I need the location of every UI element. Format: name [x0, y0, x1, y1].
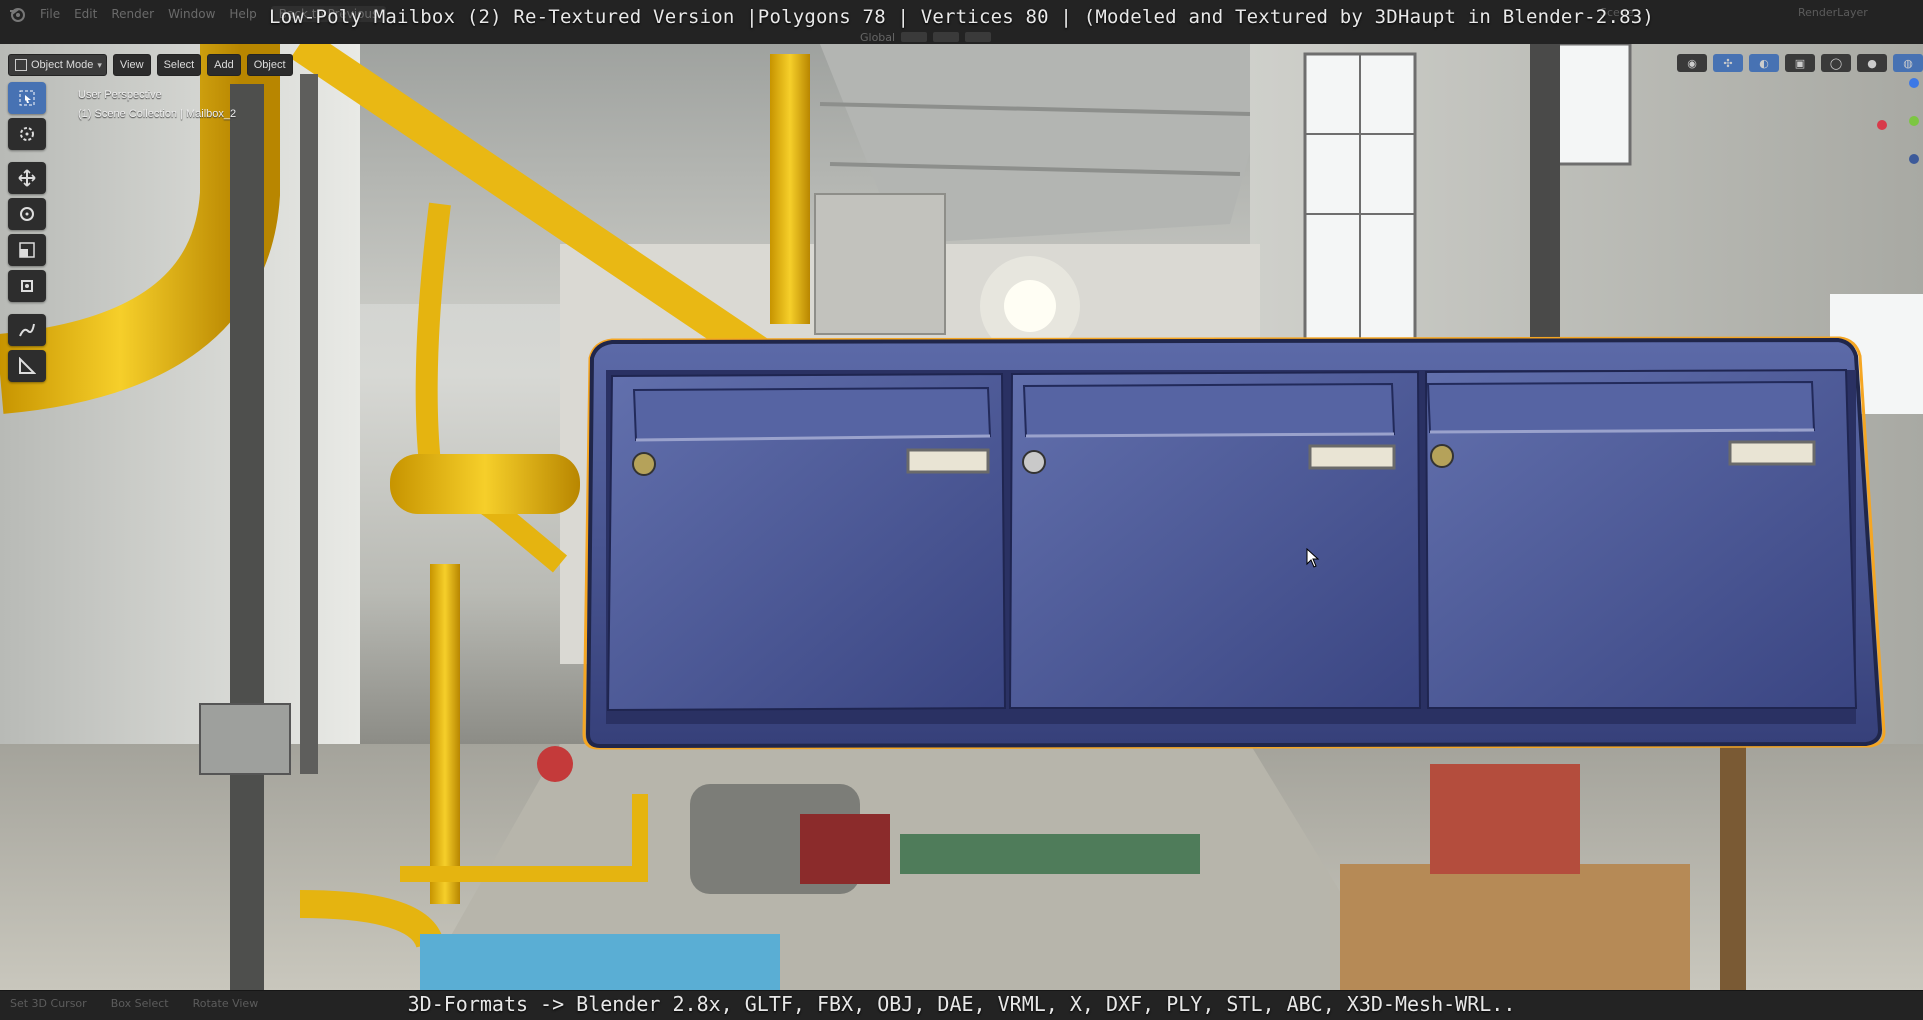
axis-z-icon[interactable]: [1909, 78, 1919, 88]
mouse-cursor-icon: [1306, 548, 1320, 568]
pivot-chip[interactable]: [901, 32, 928, 42]
annotate-icon[interactable]: [8, 314, 46, 346]
solid-shading-icon[interactable]: ●: [1857, 54, 1887, 72]
transform-orientation-row: Global: [860, 30, 992, 44]
visibility-icon[interactable]: ◉: [1677, 54, 1707, 72]
mode-icon: [15, 59, 27, 71]
transform-icon[interactable]: [8, 270, 46, 302]
formats-banner: 3D-Formats -> Blender 2.8x, GLTF, FBX, O…: [407, 992, 1516, 1016]
menu-add[interactable]: Add: [207, 54, 241, 76]
tool-shelf: [8, 82, 48, 382]
cursor-icon[interactable]: [8, 118, 46, 150]
chevron-down-icon: ▾: [97, 60, 102, 70]
viewport-header: Object Mode ▾ View Select Add Object: [8, 54, 293, 76]
xray-icon[interactable]: ▣: [1785, 54, 1815, 72]
move-icon[interactable]: [8, 162, 46, 194]
gizmo-toggle-icon[interactable]: ✣: [1713, 54, 1743, 72]
perspective-label: User Perspective: [78, 89, 162, 101]
axis-y-icon[interactable]: [1909, 116, 1919, 126]
menu-select[interactable]: Select: [156, 54, 202, 76]
top-bar: File Edit Render Window Help Back to Pre…: [0, 0, 1923, 45]
collection-label: (1) Scene Collection | Mailbox_2: [78, 108, 237, 120]
mailbox-object[interactable]: [0, 44, 1923, 990]
orientation-select[interactable]: Global: [860, 31, 895, 44]
mode-label: Object Mode: [31, 59, 94, 71]
object-mode-select[interactable]: Object Mode ▾: [8, 54, 107, 76]
axis-x-icon[interactable]: [1877, 120, 1887, 130]
select-box-icon[interactable]: [8, 82, 46, 114]
viewport-right-header: ◉ ✣ ◐ ▣ ◯ ● ◍: [1677, 54, 1923, 72]
menu-view[interactable]: View: [112, 54, 151, 76]
scale-icon[interactable]: [8, 234, 46, 266]
rotate-icon[interactable]: [8, 198, 46, 230]
measure-icon[interactable]: [8, 350, 46, 382]
axis-neg-z-icon[interactable]: [1909, 154, 1919, 164]
menu-object[interactable]: Object: [246, 54, 293, 76]
viewport-overlay-info: User Perspective (1) Scene Collection | …: [78, 86, 236, 124]
overlay-toggle-icon[interactable]: ◐: [1749, 54, 1779, 72]
proportional-chip[interactable]: [965, 32, 992, 42]
material-shading-icon[interactable]: ◍: [1893, 54, 1923, 72]
snap-chip[interactable]: [933, 32, 960, 42]
wireframe-shading-icon[interactable]: ◯: [1821, 54, 1851, 72]
title-banner: Low-Poly Mailbox (2) Re-Textured Version…: [268, 6, 1655, 28]
3d-viewport[interactable]: Object Mode ▾ View Select Add Object Use…: [0, 44, 1923, 990]
